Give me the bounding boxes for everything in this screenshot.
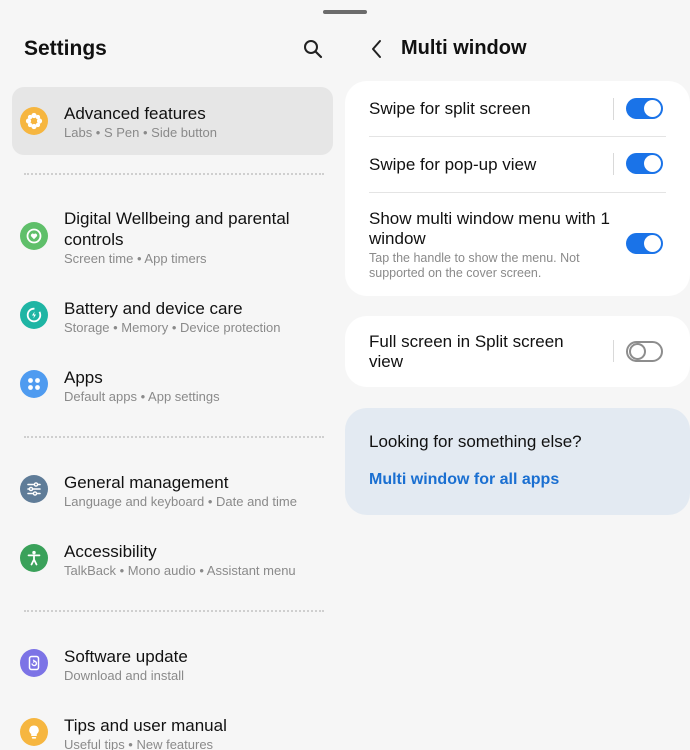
page-title: Settings — [24, 37, 107, 60]
back-button[interactable] — [365, 36, 389, 62]
vertical-divider — [613, 153, 614, 175]
setting-swipe-split-screen[interactable]: Swipe for split screen — [345, 81, 690, 137]
vertical-divider — [613, 340, 614, 362]
settings-card: Swipe for split screen Swipe for pop-up … — [345, 81, 690, 296]
vertical-divider — [613, 98, 614, 120]
apps-grid-icon — [20, 370, 48, 398]
page-title: Multi window — [401, 37, 527, 59]
toggle-knob — [644, 155, 661, 172]
setting-description: Tap the handle to show the menu. Not sup… — [369, 251, 580, 280]
menu-item-battery-device-care[interactable]: Battery and device care Storage • Memory… — [12, 290, 333, 344]
menu-item-title: Advanced features — [64, 104, 206, 123]
toggle-knob — [644, 100, 661, 117]
section-divider — [24, 173, 324, 175]
menu-item-title: Accessibility — [64, 542, 157, 561]
search-button[interactable] — [300, 36, 326, 62]
sliders-icon — [20, 475, 48, 503]
menu-item-subtitle: Download and install — [64, 668, 184, 683]
menu-item-subtitle: Screen time • App timers — [64, 251, 207, 266]
menu-item-tips-user-manual[interactable]: Tips and user manual Useful tips • New f… — [12, 707, 333, 750]
menu-item-title: Digital Wellbeing and parental controls — [64, 209, 290, 249]
search-icon — [304, 40, 323, 59]
device-care-icon — [20, 301, 48, 329]
menu-item-software-update[interactable]: Software update Download and install — [12, 638, 333, 692]
section-divider — [24, 436, 324, 438]
setting-title: Show multi window menu with 1 window — [369, 209, 610, 248]
settings-list-pane: Settings Advanced features Labs • S Pen … — [0, 0, 345, 750]
toggle-knob — [644, 235, 661, 252]
menu-item-title: Tips and user manual — [64, 716, 227, 735]
multi-window-pane: Multi window Swipe for split screen Swip… — [345, 0, 690, 750]
settings-card: Full screen in Split screen view — [345, 316, 690, 387]
setting-title: Full screen in Split screen view — [369, 332, 564, 371]
split-screen-toggle[interactable] — [626, 98, 663, 119]
full-screen-split-toggle[interactable] — [626, 341, 663, 362]
section-divider — [24, 610, 324, 612]
screen: Settings Advanced features Labs • S Pen … — [0, 0, 690, 750]
menu-item-title: Apps — [64, 368, 103, 387]
menu-item-title: Battery and device care — [64, 299, 243, 318]
menu-item-title: Software update — [64, 647, 188, 666]
setting-multi-window-menu[interactable]: Show multi window menu with 1 window Tap… — [345, 193, 690, 296]
toggle-knob — [629, 343, 646, 360]
looking-for-something-else-card: Looking for something else? Multi window… — [345, 408, 690, 515]
multi-window-menu-toggle[interactable] — [626, 233, 663, 254]
menu-item-accessibility[interactable]: Accessibility TalkBack • Mono audio • As… — [12, 533, 333, 587]
menu-item-title: General management — [64, 473, 229, 492]
lightbulb-icon — [20, 718, 48, 746]
menu-item-subtitle: Useful tips • New features — [64, 737, 214, 750]
menu-item-apps[interactable]: Apps Default apps • App settings — [12, 359, 333, 413]
software-update-icon — [20, 649, 48, 677]
menu-item-general-management[interactable]: General management Language and keyboard… — [12, 464, 333, 518]
wellbeing-icon — [20, 222, 48, 250]
popup-view-toggle[interactable] — [626, 153, 663, 174]
gear-flower-icon — [20, 107, 48, 135]
menu-item-subtitle: Default apps • App settings — [64, 389, 220, 404]
menu-item-advanced-features[interactable]: Advanced features Labs • S Pen • Side bu… — [12, 87, 333, 155]
info-title: Looking for something else? — [369, 432, 582, 451]
setting-title: Swipe for pop-up view — [369, 155, 537, 174]
menu-item-subtitle: Storage • Memory • Device protection — [64, 320, 281, 335]
multi-window-all-apps-link[interactable]: Multi window for all apps — [369, 471, 559, 489]
menu-item-subtitle: Language and keyboard • Date and time — [64, 494, 297, 509]
menu-item-subtitle: Labs • S Pen • Side button — [64, 125, 217, 140]
setting-title: Swipe for split screen — [369, 99, 531, 118]
chevron-left-icon — [372, 40, 381, 58]
menu-item-subtitle: TalkBack • Mono audio • Assistant menu — [64, 563, 296, 578]
accessibility-icon — [20, 544, 48, 572]
setting-swipe-popup-view[interactable]: Swipe for pop-up view — [345, 137, 690, 193]
menu-item-digital-wellbeing[interactable]: Digital Wellbeing and parental controls … — [12, 200, 333, 274]
setting-full-screen-split[interactable]: Full screen in Split screen view — [345, 316, 690, 387]
